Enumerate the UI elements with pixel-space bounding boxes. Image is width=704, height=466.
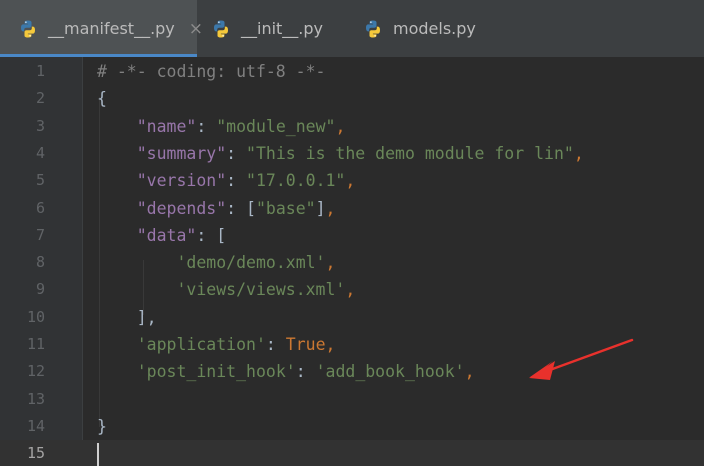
code-token: "base": [255, 198, 316, 218]
line-number: 3: [35, 116, 45, 135]
code-token: "module_new": [216, 116, 336, 136]
code-token: # -*- coding: utf-8 -*-: [97, 62, 326, 81]
line-number: 13: [26, 389, 45, 408]
code-token: ,: [345, 171, 356, 191]
code-token: ,: [335, 116, 346, 136]
python-file-icon: [214, 20, 228, 37]
code-token: {: [97, 89, 107, 109]
code-text: 'post_init_hook': 'add_book_hook',: [97, 358, 475, 385]
tab-init[interactable]: __init__.py: [197, 0, 349, 57]
code-text: ],: [97, 304, 157, 331]
code-text: 'demo/demo.xml',: [97, 249, 335, 276]
line-number: 8: [35, 253, 45, 272]
code-token: ,: [325, 198, 336, 218]
code-token: ,: [345, 280, 356, 300]
code-line[interactable]: 2{: [0, 85, 704, 112]
code-token: :: [196, 116, 217, 136]
line-number: 4: [35, 143, 45, 162]
line-number: 5: [35, 171, 45, 190]
code-text: {: [97, 85, 107, 112]
line-number: 11: [26, 335, 45, 353]
code-text: "depends": ["base"],: [97, 195, 336, 222]
code-line[interactable]: 8 'demo/demo.xml',: [0, 249, 704, 276]
code-token: 'demo/demo.xml': [176, 253, 326, 273]
line-number: 7: [35, 225, 45, 244]
code-text: }: [97, 413, 107, 440]
code-token: :: [226, 143, 247, 163]
line-number: 2: [35, 89, 45, 108]
line-number: 12: [26, 362, 45, 381]
line-number: 15: [26, 444, 45, 463]
code-text: "data": [: [97, 222, 226, 249]
code-token: "This is the demo module for lin": [246, 143, 574, 163]
code-token: :: [226, 171, 247, 191]
code-line[interactable]: 9 'views/views.xml',: [0, 276, 704, 303]
code-token: True: [285, 335, 326, 354]
line-number: 9: [35, 280, 45, 299]
code-token: 'add_book_hook': [315, 362, 465, 382]
code-token: ,: [325, 253, 336, 273]
code-text: "version": "17.0.0.1",: [97, 167, 356, 194]
tab-label: __manifest__.py: [48, 19, 175, 38]
tab-models[interactable]: models.py: [349, 0, 519, 57]
tab-label: models.py: [393, 19, 476, 38]
code-token: "data": [136, 225, 197, 245]
code-text: "summary": "This is the demo module for …: [97, 140, 584, 167]
editor-tab-bar: __manifest__.py × __init__.py models.py: [0, 0, 704, 57]
code-line[interactable]: 4 "summary": "This is the demo module fo…: [0, 140, 704, 167]
code-token: ,: [325, 335, 336, 354]
code-line[interactable]: 5 "version": "17.0.0.1",: [0, 167, 704, 194]
code-token: : [: [226, 198, 256, 218]
code-editor[interactable]: 1 # -*- coding: utf-8 -*- 2{3 "name": "mod…: [0, 57, 704, 466]
line-number: 1: [35, 62, 45, 80]
line-number: 6: [35, 198, 45, 217]
code-token: ,: [464, 362, 475, 382]
code-token: "name": [136, 116, 197, 136]
code-line[interactable]: 1 # -*- coding: utf-8 -*-: [0, 58, 704, 85]
code-text: "name": "module_new",: [97, 113, 346, 140]
code-token: 'post_init_hook': [136, 362, 296, 382]
line-number: 14: [26, 416, 45, 435]
code-text: 'views/views.xml',: [97, 276, 355, 303]
code-line[interactable]: 7 "data": [: [0, 222, 704, 249]
python-file-icon: [21, 20, 35, 37]
code-line[interactable]: 14}: [0, 413, 704, 440]
code-line[interactable]: 15: [0, 440, 704, 466]
code-token: ],: [97, 307, 157, 327]
code-token: "version": [136, 171, 227, 191]
line-number: 10: [26, 307, 45, 326]
code-token: 'application': [136, 335, 266, 354]
code-token: ,: [573, 143, 584, 163]
code-token: "17.0.0.1": [246, 171, 346, 191]
code-token: }: [97, 416, 107, 436]
code-token: :: [295, 362, 316, 382]
code-token: :: [265, 335, 286, 354]
tab-label: __init__.py: [241, 19, 324, 38]
code-token: 'views/views.xml': [176, 280, 346, 300]
text-caret: [97, 443, 99, 466]
tab-manifest[interactable]: __manifest__.py ×: [0, 0, 203, 57]
code-text: # -*- coding: utf-8 -*-: [97, 58, 325, 85]
code-line[interactable]: 3 "name": "module_new",: [0, 113, 704, 140]
code-line[interactable]: 6 "depends": ["base"],: [0, 195, 704, 222]
code-line[interactable]: 13: [0, 386, 704, 413]
code-token: : [: [196, 225, 227, 245]
code-text: 'application': True,: [97, 331, 336, 358]
code-token: ]: [315, 198, 326, 218]
code-token: "depends": [136, 198, 227, 218]
code-line[interactable]: 10 ],: [0, 304, 704, 331]
code-token: "summary": [136, 143, 227, 163]
red-arrow-annotation: [529, 338, 634, 380]
python-file-icon: [366, 20, 380, 37]
